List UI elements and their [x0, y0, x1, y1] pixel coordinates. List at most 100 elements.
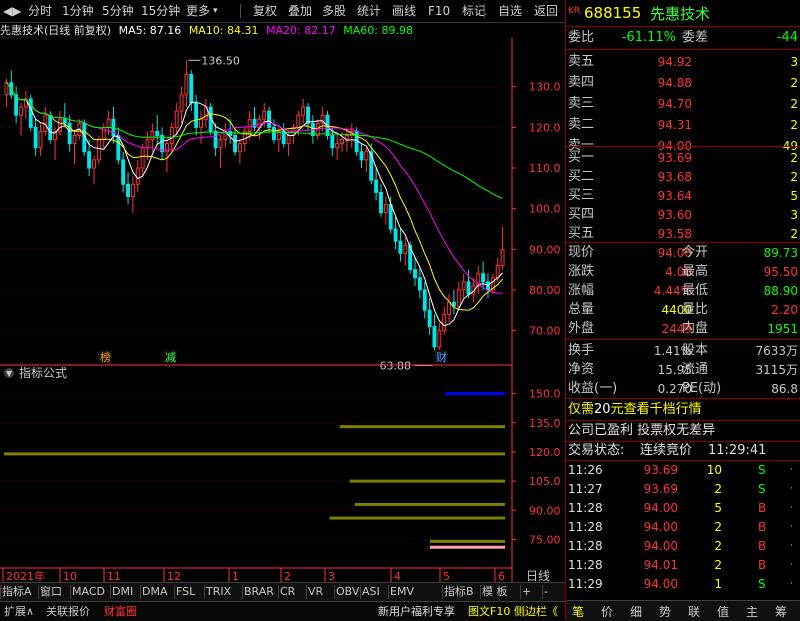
- tick-row[interactable]: 11:28 94.00 2 B ·: [566, 537, 800, 555]
- tick-row[interactable]: 11:28 94.00 2 B ·: [566, 518, 800, 536]
- toolbar-item-6[interactable]: 叠加: [288, 3, 312, 19]
- panel-nav-6[interactable]: 主: [746, 603, 758, 620]
- indicator-tab-5[interactable]: FSL: [176, 584, 195, 600]
- status-left-0[interactable]: 扩展∧: [4, 604, 34, 619]
- bid-label: 买五: [568, 226, 595, 241]
- panel-nav-bar: 笔价细势联值主筹: [566, 600, 800, 621]
- toolbar-item-9[interactable]: 画线: [392, 3, 416, 19]
- indicator-tab-right-1[interactable]: 模 板: [482, 584, 508, 600]
- tick-side: B: [758, 501, 767, 515]
- ask-row[interactable]: 卖二 94.31 2: [566, 115, 800, 135]
- indicator-tab-2[interactable]: MACD: [72, 584, 105, 600]
- status-right-1[interactable]: 图文F10: [468, 604, 510, 619]
- toolbar-item-3[interactable]: 15分钟: [141, 3, 180, 19]
- candle-body: [403, 244, 408, 254]
- toolbar-item-1[interactable]: 1分钟: [62, 3, 94, 19]
- ask-price[interactable]: 94.31: [606, 115, 692, 135]
- toolbar-item-12[interactable]: 自选: [498, 3, 522, 19]
- bid-price[interactable]: 93.69: [606, 148, 692, 168]
- panel-nav-1[interactable]: 价: [601, 603, 613, 620]
- indicator-tab-right-3[interactable]: -: [544, 584, 548, 600]
- indicator-tab-0[interactable]: 指标A: [2, 584, 32, 600]
- tick-row[interactable]: 11:28 94.00 5 B ·: [566, 499, 800, 517]
- promo-link[interactable]: 仅需20元查看千档行情: [566, 399, 800, 420]
- indicator-tab-10[interactable]: OBV: [336, 584, 359, 600]
- bid-price[interactable]: 93.64: [606, 186, 692, 206]
- tick-row[interactable]: 11:28 94.01 2 B ·: [566, 556, 800, 574]
- bid-price[interactable]: 93.58: [606, 224, 692, 244]
- tick-dot-icon: ·: [790, 522, 793, 532]
- panel-nav-3[interactable]: 势: [659, 603, 671, 620]
- x-tick-label: 1: [232, 570, 239, 582]
- ask-price[interactable]: 94.88: [606, 73, 692, 93]
- status-left-2[interactable]: 财富圈: [104, 604, 137, 619]
- tick-row[interactable]: 11:27 93.69 2 S ·: [566, 480, 800, 498]
- indicator-tab-11[interactable]: ASI: [362, 584, 380, 600]
- indicator-tab-12[interactable]: EMV: [390, 584, 414, 600]
- bid-row[interactable]: 买二 93.68 2: [566, 167, 800, 187]
- indicator-tab-9[interactable]: VR: [308, 584, 323, 600]
- candle-body: [57, 118, 62, 132]
- indicator-tab-right-2[interactable]: +: [522, 584, 531, 600]
- panel-nav-5[interactable]: 值: [717, 603, 729, 620]
- stock-code[interactable]: 688155: [584, 4, 641, 22]
- ask-price[interactable]: 94.92: [606, 52, 692, 72]
- status-right-0[interactable]: 新用户福利专享: [378, 604, 455, 619]
- bid-row[interactable]: 买三 93.64 5: [566, 186, 800, 206]
- panel-nav-7[interactable]: 筹: [775, 603, 787, 620]
- bid-price[interactable]: 93.60: [606, 205, 692, 225]
- ask-label: 卖三: [568, 96, 595, 111]
- toolbar-item-5[interactable]: 复权: [253, 3, 277, 19]
- indicator-pane-title: 指标公式: [19, 365, 67, 380]
- price-chart[interactable]: 130.0 120.0 110.0 100.0 90.00 80.00 70.00 136.5…: [0, 38, 565, 582]
- toolbar-item-13[interactable]: 返回: [534, 3, 558, 19]
- back-arrow-icon[interactable]: ◀▶: [3, 3, 21, 19]
- tick-dot-icon: ·: [790, 579, 793, 589]
- toolbar-item-0[interactable]: 分时: [28, 3, 52, 19]
- trade-status-label: 交易状态:: [568, 443, 625, 458]
- indicator-tabs: 指标A 窗口 MACD DMI DMA FSL TRIX BRAR CR VR OBV ASI EMV 指…: [0, 582, 565, 601]
- indicator-tab-right-0[interactable]: 指标B: [444, 584, 474, 600]
- ask-row[interactable]: 卖三 94.70 2: [566, 94, 800, 114]
- bid-row[interactable]: 买四 93.60 3: [566, 205, 800, 225]
- toolbar-item-10[interactable]: F10: [428, 3, 450, 19]
- y-tick-label: 80.00: [529, 284, 561, 297]
- toolbar-item-8[interactable]: 统计: [357, 3, 381, 19]
- toolbar-item-11[interactable]: 标记: [462, 3, 486, 19]
- bid-row[interactable]: 买一 93.69 2: [566, 148, 800, 168]
- indicator-tab-7[interactable]: BRAR: [244, 584, 274, 600]
- ask-row[interactable]: 卖五 94.92 3: [566, 52, 800, 72]
- indicator-tab-1[interactable]: 窗口: [40, 584, 62, 600]
- candle-body: [174, 110, 179, 128]
- candle-body: [87, 151, 92, 169]
- panel-nav-4[interactable]: 联: [688, 603, 700, 620]
- candle-body: [495, 265, 500, 279]
- indicator-bar: [354, 502, 505, 506]
- ask-row[interactable]: 卖四 94.88 2: [566, 73, 800, 93]
- panel-nav-0[interactable]: 笔: [572, 603, 584, 620]
- ma10-value: MA10: 84.31: [188, 24, 259, 37]
- toolbar-item-2[interactable]: 5分钟: [102, 3, 134, 19]
- indicator-tick-label: 90.00: [529, 504, 561, 517]
- indicator-tab-3[interactable]: DMI: [112, 584, 133, 600]
- candle-body: [267, 110, 272, 128]
- event-tag-cai: 财: [436, 350, 447, 364]
- status-left-1[interactable]: 关联报价: [46, 604, 90, 619]
- indicator-tab-4[interactable]: DMA: [142, 584, 168, 600]
- bid-price[interactable]: 93.68: [606, 167, 692, 187]
- weibi-divider: [566, 49, 800, 50]
- bid-label: 买一: [568, 150, 595, 165]
- indicator-tick-label: 120.0: [529, 446, 561, 459]
- tick-row[interactable]: 11:29 94.00 1 S ·: [566, 575, 800, 593]
- ma60-line: [6, 82, 503, 199]
- toolbar-item-4[interactable]: 更多: [186, 3, 210, 19]
- toolbar-item-7[interactable]: 多股: [322, 3, 346, 19]
- ask-price[interactable]: 94.70: [606, 94, 692, 114]
- status-right-2[interactable]: 侧边栏《: [514, 604, 558, 619]
- panel-nav-2[interactable]: 细: [630, 603, 642, 620]
- indicator-tab-8[interactable]: CR: [280, 584, 295, 600]
- candle-body: [92, 159, 96, 169]
- bid-row[interactable]: 买五 93.58 2: [566, 224, 800, 244]
- tick-row[interactable]: 11:26 93.69 10 S ·: [566, 461, 800, 479]
- indicator-tab-6[interactable]: TRIX: [206, 584, 231, 600]
